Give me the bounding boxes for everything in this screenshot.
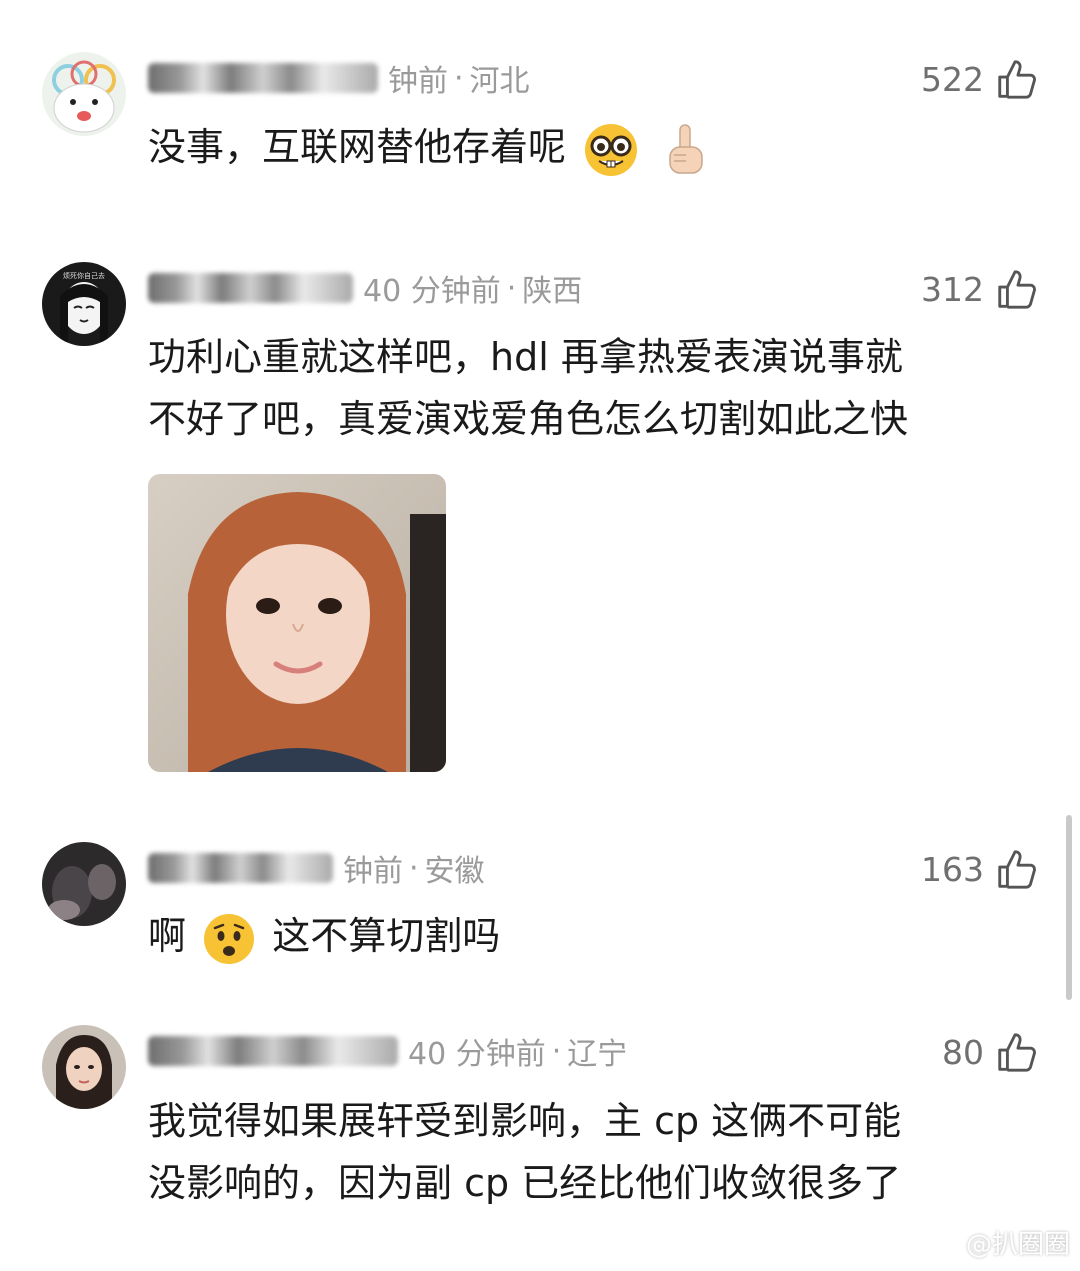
comment-text-content: 这不算切割吗 bbox=[272, 914, 501, 958]
like-button[interactable]: 80 bbox=[942, 1027, 1040, 1077]
timestamp: 钟前 bbox=[388, 64, 448, 99]
location: 辽宁 bbox=[567, 1037, 628, 1072]
svg-text:烦死你自己去: 烦死你自己去 bbox=[63, 271, 105, 280]
like-button[interactable]: 163 bbox=[921, 844, 1040, 894]
like-count: 312 bbox=[921, 269, 984, 309]
username-blurred[interactable] bbox=[148, 1036, 398, 1066]
comment-text-line: 没影响的，因为副 cp 已经比他们收敛很多了 bbox=[148, 1161, 902, 1205]
avatar-image: 烦死你自己去 bbox=[42, 262, 126, 346]
timestamp: 钟前 bbox=[343, 854, 403, 889]
comment-text-line: 功利心重就这样吧，hdl 再拿热爱表演说事就 bbox=[148, 335, 903, 379]
thumbs-up-icon bbox=[998, 60, 1036, 99]
avatar[interactable] bbox=[42, 1025, 126, 1109]
comment-meta: 钟前 · 安徽 bbox=[148, 848, 485, 889]
watermark-text: @扒圈圈 bbox=[965, 1230, 1070, 1260]
username-blurred[interactable] bbox=[148, 273, 353, 303]
comment-text-line: 不好了吧，真爱演戏爱角色怎么切割如此之快 bbox=[148, 397, 909, 441]
separator: · bbox=[551, 1033, 562, 1069]
avatar-image bbox=[42, 52, 126, 136]
comment-text-content: 没事，互联网替他存着呢 bbox=[148, 125, 567, 169]
comment-photo[interactable] bbox=[148, 474, 446, 772]
avatar[interactable] bbox=[42, 842, 126, 926]
thumbs-up-icon bbox=[998, 850, 1036, 889]
nerd-face-emoji bbox=[585, 123, 638, 176]
watermark: @扒圈圈 bbox=[925, 1224, 1070, 1261]
scrollbar[interactable] bbox=[1066, 815, 1072, 1000]
location: 安徽 bbox=[424, 854, 485, 889]
location: 河北 bbox=[469, 64, 530, 99]
thumbs-up-icon bbox=[998, 270, 1036, 309]
timestamp: 40 分钟前 bbox=[363, 274, 501, 309]
comment-meta: 钟前 · 河北 bbox=[148, 58, 530, 99]
separator: · bbox=[454, 60, 464, 96]
like-button[interactable]: 312 bbox=[921, 264, 1040, 314]
avatar-image bbox=[42, 1025, 126, 1109]
comment-text: 啊 这不算切割吗 bbox=[148, 905, 1048, 967]
pointing-up-emoji bbox=[669, 123, 703, 174]
worried-face-emoji bbox=[204, 913, 255, 964]
avatar[interactable] bbox=[42, 52, 126, 136]
timestamp: 40 分钟前 bbox=[408, 1037, 546, 1072]
comment-text: 功利心重就这样吧，hdl 再拿热爱表演说事就 不好了吧，真爱演戏爱角色怎么切割如… bbox=[148, 326, 1048, 450]
separator: · bbox=[506, 270, 517, 306]
comment-text-content: 啊 bbox=[148, 914, 187, 958]
like-count: 522 bbox=[921, 59, 984, 99]
comment-text: 没事，互联网替他存着呢 bbox=[148, 116, 1048, 179]
weibo-icon bbox=[925, 1231, 959, 1256]
comment-text: 我觉得如果展轩受到影响，主 cp 这俩不可能 没影响的，因为副 cp 已经比他们… bbox=[148, 1090, 1048, 1214]
separator: · bbox=[409, 850, 419, 886]
thumbs-up-icon bbox=[998, 1033, 1036, 1072]
like-button[interactable]: 522 bbox=[921, 54, 1040, 104]
comment-text-line: 我觉得如果展轩受到影响，主 cp 这俩不可能 bbox=[148, 1099, 902, 1143]
portrait-image bbox=[148, 474, 446, 772]
comment-meta: 40 分钟前 · 辽宁 bbox=[148, 1031, 628, 1072]
username-blurred[interactable] bbox=[148, 853, 333, 883]
location: 陕西 bbox=[522, 274, 583, 309]
like-count: 163 bbox=[921, 849, 984, 889]
username-blurred[interactable] bbox=[148, 63, 378, 93]
comment-meta: 40 分钟前 · 陕西 bbox=[148, 268, 583, 309]
like-count: 80 bbox=[942, 1032, 984, 1072]
avatar-image bbox=[42, 842, 126, 926]
avatar[interactable]: 烦死你自己去 bbox=[42, 262, 126, 346]
